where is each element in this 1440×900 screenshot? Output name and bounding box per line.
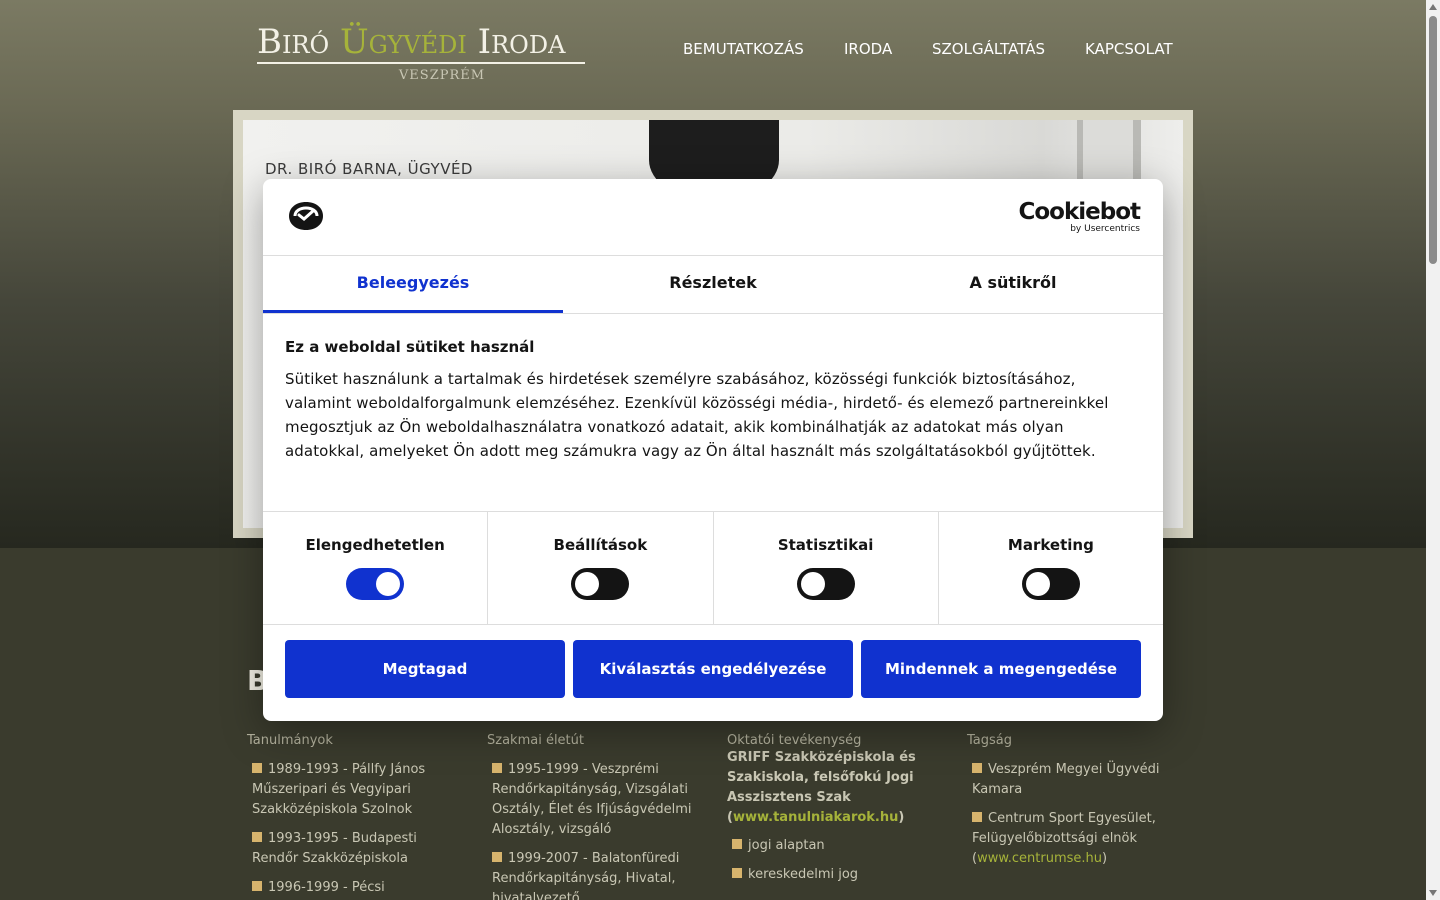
necessary-switch[interactable]	[346, 568, 405, 600]
scroll-down-icon[interactable]	[1429, 890, 1437, 896]
toggle-statistics: Statisztikai	[714, 512, 939, 624]
cookie-dialog-header: Cookiebot by Usercentrics	[263, 179, 1163, 256]
deny-button[interactable]: Megtagad	[285, 640, 565, 698]
allow-all-button[interactable]: Mindennek a megengedése	[861, 640, 1141, 698]
cookie-toggles: Elengedhetetlen Beállítások Statisztikai…	[263, 511, 1163, 625]
cookiebot-brand: Cookiebot by Usercentrics	[1018, 199, 1141, 234]
cookie-body: Ez a weboldal sütiket használ Sütiket ha…	[263, 314, 1163, 511]
cookie-title: Ez a weboldal sütiket használ	[285, 338, 535, 356]
scroll-thumb[interactable]	[1429, 16, 1437, 264]
toggle-necessary: Elengedhetetlen	[263, 512, 489, 624]
cookie-overlay: Cookiebot by Usercentrics Beleegyezés Ré…	[0, 0, 1426, 900]
tab-details[interactable]: Részletek	[563, 256, 863, 313]
allow-selection-button[interactable]: Kiválasztás engedélyezése	[573, 640, 853, 698]
cookie-buttons: Megtagad Kiválasztás engedélyezése Minde…	[263, 625, 1163, 698]
cookiebot-icon	[289, 202, 323, 230]
page-scrollbar[interactable]	[1426, 0, 1440, 900]
scroll-up-icon[interactable]	[1429, 4, 1437, 10]
cookie-tabs: Beleegyezés Részletek A sütikről	[263, 256, 1163, 314]
cookie-dialog: Cookiebot by Usercentrics Beleegyezés Ré…	[263, 179, 1163, 721]
cookie-description: Sütiket használunk a tartalmak és hirdet…	[285, 370, 1109, 460]
statistics-switch[interactable]	[796, 568, 855, 600]
tab-about[interactable]: A sütikről	[863, 256, 1163, 313]
marketing-switch[interactable]	[1021, 568, 1080, 600]
toggle-preferences: Beállítások	[488, 512, 714, 624]
toggle-marketing: Marketing	[939, 512, 1163, 624]
tab-consent[interactable]: Beleegyezés	[263, 256, 563, 313]
preferences-switch[interactable]	[571, 568, 630, 600]
